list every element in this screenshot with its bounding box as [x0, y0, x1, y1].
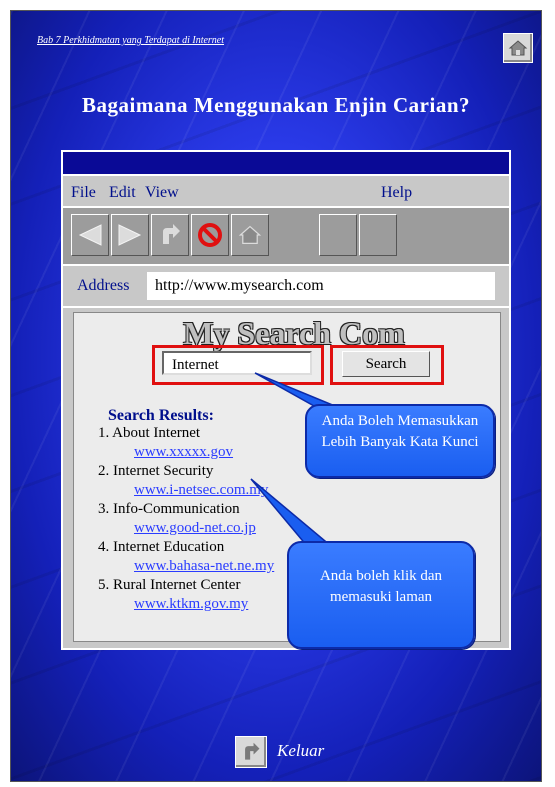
search-button[interactable]: Search [342, 351, 430, 377]
result-label: 2. Internet Security [98, 463, 214, 479]
forward-arrow-icon [118, 224, 142, 246]
result-label: 4. Internet Education [98, 539, 225, 555]
menu-view[interactable]: View [145, 184, 179, 202]
toolbar [63, 208, 509, 264]
exit-button[interactable] [235, 736, 267, 768]
menu-edit[interactable]: Edit [109, 184, 136, 202]
address-bar: Address http://www.mysearch.com [63, 266, 509, 306]
result-link[interactable]: www.xxxxx.gov [134, 444, 233, 461]
blank-toolbar-button[interactable] [359, 214, 397, 256]
exit-label[interactable]: Keluar [277, 741, 324, 761]
callout-keywords: Anda Boleh Memasukkan Lebih Banyak Kata … [305, 404, 495, 478]
blank-toolbar-button[interactable] [319, 214, 357, 256]
result-link[interactable]: www.ktkm.gov.my [134, 596, 248, 613]
page-title: Bagaimana Menggunakan Enjin Carian? [82, 93, 470, 117]
result-link[interactable]: www.bahasa-net.ne.my [134, 558, 274, 575]
menu-help[interactable]: Help [381, 184, 412, 202]
result-link[interactable]: www.i-netsec.com.my [134, 482, 268, 499]
results-heading: Search Results: [108, 407, 214, 424]
address-input[interactable]: http://www.mysearch.com [147, 272, 495, 300]
search-input[interactable]: Internet [162, 351, 312, 375]
chapter-link[interactable]: Bab 7 Perkhidmatan yang Terdapat di Inte… [37, 35, 224, 46]
result-label: 5. Rural Internet Center [98, 577, 241, 593]
stop-button[interactable] [191, 214, 229, 256]
callout-click: Anda boleh klik dan memasuki laman [287, 541, 475, 649]
address-label: Address [77, 277, 130, 294]
home-button[interactable] [503, 33, 533, 63]
home-icon [238, 225, 262, 244]
slide: Bab 7 Perkhidmatan yang Terdapat di Inte… [10, 10, 542, 782]
return-icon [245, 742, 260, 760]
return-icon [163, 224, 180, 244]
menu-bar: File Edit View Help [63, 176, 509, 206]
stop-icon [198, 223, 222, 247]
browser-titlebar [63, 152, 509, 174]
back-button[interactable] [71, 214, 109, 256]
home-nav-button[interactable] [231, 214, 269, 256]
result-link[interactable]: www.good-net.co.jp [134, 520, 256, 537]
result-label: 1. About Internet [98, 425, 201, 441]
menu-file[interactable]: File [71, 184, 96, 202]
divider [63, 306, 509, 308]
back-arrow-icon [78, 224, 102, 246]
return-button[interactable] [151, 214, 189, 256]
result-label: 3. Info-Communication [98, 501, 240, 517]
home-icon [508, 40, 528, 56]
forward-button[interactable] [111, 214, 149, 256]
